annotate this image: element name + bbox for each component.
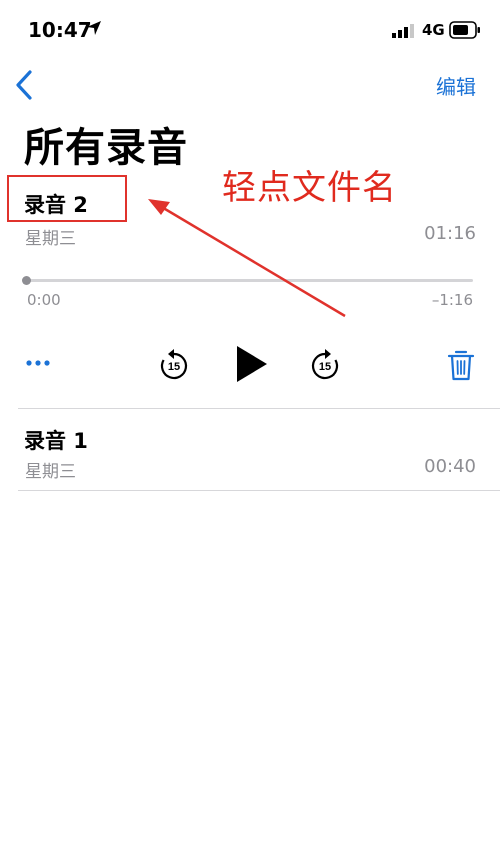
battery-icon: [449, 21, 480, 39]
location-arrow-icon: [87, 21, 101, 35]
skip-back-15-icon[interactable]: 15: [157, 348, 191, 382]
divider: [18, 408, 500, 409]
more-icon[interactable]: [24, 352, 54, 374]
status-bar: 10:47 4G: [0, 0, 500, 56]
scrubber-handle[interactable]: [22, 276, 31, 285]
recording-day: 星期三: [25, 229, 76, 249]
skip-back-label: 15: [168, 361, 180, 373]
network-type: 4G: [422, 21, 445, 39]
page-title: 所有录音: [24, 125, 188, 171]
recording-duration: 01:16: [424, 223, 476, 244]
nav-bar: 编辑: [0, 60, 500, 110]
playback-scrubber[interactable]: [26, 279, 473, 282]
skip-forward-15-icon[interactable]: 15: [308, 348, 342, 382]
signal-bars-icon: [392, 24, 414, 38]
recording-day: 星期三: [25, 462, 76, 482]
chevron-left-icon[interactable]: [10, 68, 40, 102]
remaining-time: –1:16: [431, 291, 473, 309]
play-icon[interactable]: [232, 344, 270, 384]
status-time: 10:47: [28, 18, 92, 42]
annotation-text: 轻点文件名: [222, 168, 397, 208]
annotation-highlight-box: [7, 175, 127, 222]
skip-forward-label: 15: [319, 361, 331, 373]
divider: [18, 490, 500, 491]
recording-name[interactable]: 录音 1: [24, 425, 88, 455]
recording-duration: 00:40: [424, 456, 476, 477]
elapsed-time: 0:00: [27, 291, 61, 309]
edit-button[interactable]: 编辑: [436, 71, 476, 100]
trash-icon[interactable]: [447, 348, 475, 382]
